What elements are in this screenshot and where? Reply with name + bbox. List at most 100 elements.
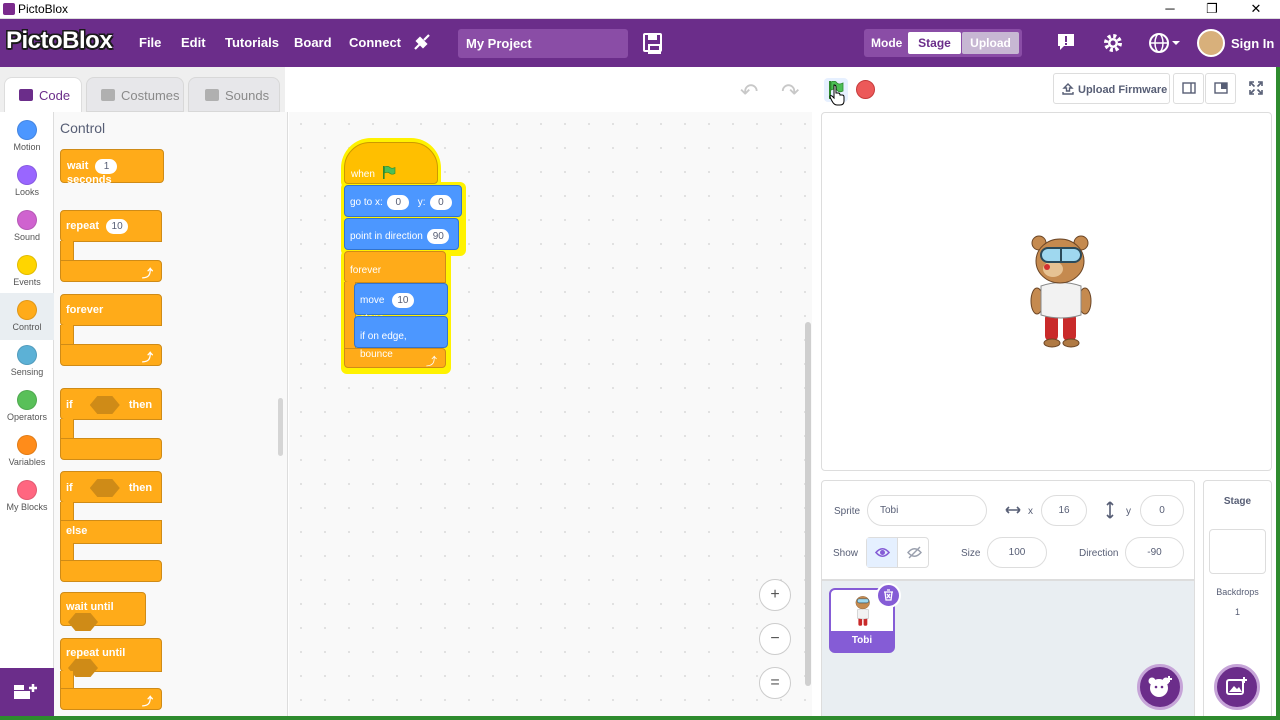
- menu-edit[interactable]: Edit: [181, 35, 206, 50]
- zoom-out-button[interactable]: −: [759, 623, 791, 655]
- category-looks[interactable]: Looks: [0, 161, 54, 206]
- tab-code[interactable]: Code: [4, 77, 82, 112]
- tab-sounds-label: Sounds: [225, 88, 270, 103]
- show-button[interactable]: [867, 538, 898, 567]
- sprite-name-input[interactable]: Tobi: [867, 495, 987, 526]
- pictoblox-logo[interactable]: PictoBlox: [6, 27, 113, 55]
- forever-block[interactable]: forever ⤴: [60, 294, 164, 366]
- block-text: if: [66, 481, 73, 494]
- script-stack[interactable]: when clicked go to x: 0 y: 0 point in di…: [341, 138, 466, 374]
- block-text: wait: [67, 160, 89, 172]
- category-variables[interactable]: Variables: [0, 431, 54, 476]
- add-sprite-button[interactable]: [1137, 664, 1183, 710]
- sprite-info-panel: Sprite Tobi x 16 y 0 Show Size 100 Direc…: [821, 480, 1195, 580]
- wait-until-block[interactable]: wait until: [60, 592, 146, 631]
- condition-slot[interactable]: [89, 479, 120, 497]
- loop-arrow-icon: ⤴: [142, 696, 153, 708]
- if-on-edge-bounce-block[interactable]: if on edge, bounce: [354, 316, 448, 360]
- mode-label: Mode: [871, 36, 903, 50]
- size-input[interactable]: 100: [987, 537, 1047, 568]
- maximize-button[interactable]: ❐: [1192, 0, 1232, 19]
- upload-firmware-button[interactable]: Upload Firmware: [1053, 73, 1170, 104]
- zoom-reset-button[interactable]: =: [759, 667, 791, 699]
- project-name-input[interactable]: My Project: [458, 29, 628, 58]
- user-avatar[interactable]: [1197, 29, 1225, 57]
- mode-upload-button[interactable]: Upload: [962, 32, 1019, 54]
- close-window-button[interactable]: ✕: [1236, 0, 1276, 19]
- direction-input[interactable]: -90: [1125, 537, 1184, 568]
- block-text: move: [360, 295, 385, 306]
- window-titlebar: PictoBlox ─ ❐ ✕: [0, 0, 1280, 19]
- backdrops-count: 1: [1234, 607, 1240, 617]
- steps-value-input[interactable]: 10: [391, 293, 414, 308]
- category-motion[interactable]: Motion: [0, 116, 54, 161]
- workspace-scrollbar[interactable]: [805, 322, 811, 686]
- x-position-input[interactable]: 16: [1041, 495, 1087, 526]
- feedback-icon[interactable]: [1056, 32, 1076, 52]
- menu-file[interactable]: File: [139, 35, 161, 50]
- category-events[interactable]: Events: [0, 251, 54, 296]
- loop-arrow-icon: ⤴: [142, 268, 153, 280]
- menu-tutorials[interactable]: Tutorials: [225, 35, 279, 50]
- add-extension-button[interactable]: [0, 668, 54, 716]
- save-icon[interactable]: [643, 33, 662, 54]
- if-then-else-block[interactable]: if then else: [60, 471, 164, 583]
- sign-in-button[interactable]: Sign In: [1231, 36, 1274, 51]
- category-control[interactable]: Control: [0, 293, 54, 340]
- block-text: repeat: [66, 220, 100, 232]
- x-label: x: [1028, 506, 1033, 517]
- repeat-value-input[interactable]: 10: [106, 219, 129, 234]
- zoom-in-button[interactable]: +: [759, 579, 791, 611]
- category-label: My Blocks: [6, 502, 48, 512]
- move-steps-block[interactable]: move 10 steps: [354, 283, 448, 324]
- language-globe-icon[interactable]: [1148, 32, 1182, 54]
- point-in-direction-block[interactable]: point in direction 90: [344, 218, 459, 250]
- delete-sprite-button[interactable]: [876, 583, 901, 608]
- repeat-block[interactable]: repeat 10 ⤴: [60, 210, 164, 282]
- wait-value-input[interactable]: 1: [95, 159, 118, 174]
- when-flag-clicked-block[interactable]: when clicked: [344, 142, 438, 198]
- tab-sounds[interactable]: Sounds: [188, 77, 280, 112]
- palette-scrollbar[interactable]: [278, 398, 283, 456]
- undo-icon[interactable]: ↶: [740, 79, 758, 105]
- stop-button[interactable]: [856, 80, 875, 99]
- wait-seconds-block[interactable]: wait 1 seconds: [60, 149, 164, 186]
- upload-icon: [1062, 83, 1074, 95]
- eye-icon: [875, 547, 890, 558]
- connect-plug-icon[interactable]: [411, 31, 433, 53]
- go-to-xy-block[interactable]: go to x: 0 y: 0: [344, 185, 462, 217]
- minimize-button[interactable]: ─: [1150, 0, 1190, 19]
- mode-stage-button[interactable]: Stage: [908, 32, 961, 54]
- stage-canvas[interactable]: [821, 112, 1272, 471]
- menu-board[interactable]: Board: [294, 35, 332, 50]
- editor-tabs: Code Costumes Sounds: [0, 67, 285, 112]
- add-backdrop-button[interactable]: [1214, 664, 1260, 710]
- if-then-block[interactable]: if then: [60, 388, 164, 460]
- repeat-until-block[interactable]: repeat until ⤴: [60, 638, 164, 712]
- menu-connect[interactable]: Connect: [349, 35, 401, 50]
- tobi-bear-sprite[interactable]: [1025, 231, 1097, 349]
- tab-costumes[interactable]: Costumes: [86, 77, 184, 112]
- bear-add-icon: [1148, 676, 1172, 697]
- category-sensing[interactable]: Sensing: [0, 341, 54, 386]
- y-position-input[interactable]: 0: [1140, 495, 1184, 526]
- block-text: forever: [66, 304, 104, 316]
- upload-firmware-label: Upload Firmware: [1078, 84, 1168, 96]
- hide-button[interactable]: [899, 538, 929, 567]
- backdrop-thumbnail[interactable]: [1209, 529, 1266, 574]
- direction-value-input[interactable]: 90: [427, 229, 450, 244]
- category-operators[interactable]: Operators: [0, 386, 54, 431]
- large-stage-layout-button[interactable]: [1205, 73, 1236, 104]
- category-sound[interactable]: Sound: [0, 206, 54, 251]
- category-my-blocks[interactable]: My Blocks: [0, 476, 54, 521]
- backdrops-label: Backdrops: [1216, 587, 1259, 597]
- redo-icon[interactable]: ↷: [781, 79, 799, 105]
- y-value-input[interactable]: 0: [429, 195, 452, 210]
- gear-icon[interactable]: [1102, 32, 1124, 54]
- condition-slot[interactable]: [68, 613, 98, 631]
- small-stage-layout-button[interactable]: [1173, 73, 1204, 104]
- block-text: if: [66, 398, 73, 411]
- condition-slot[interactable]: [89, 396, 120, 414]
- x-value-input[interactable]: 0: [387, 195, 410, 210]
- fullscreen-button[interactable]: [1240, 73, 1271, 104]
